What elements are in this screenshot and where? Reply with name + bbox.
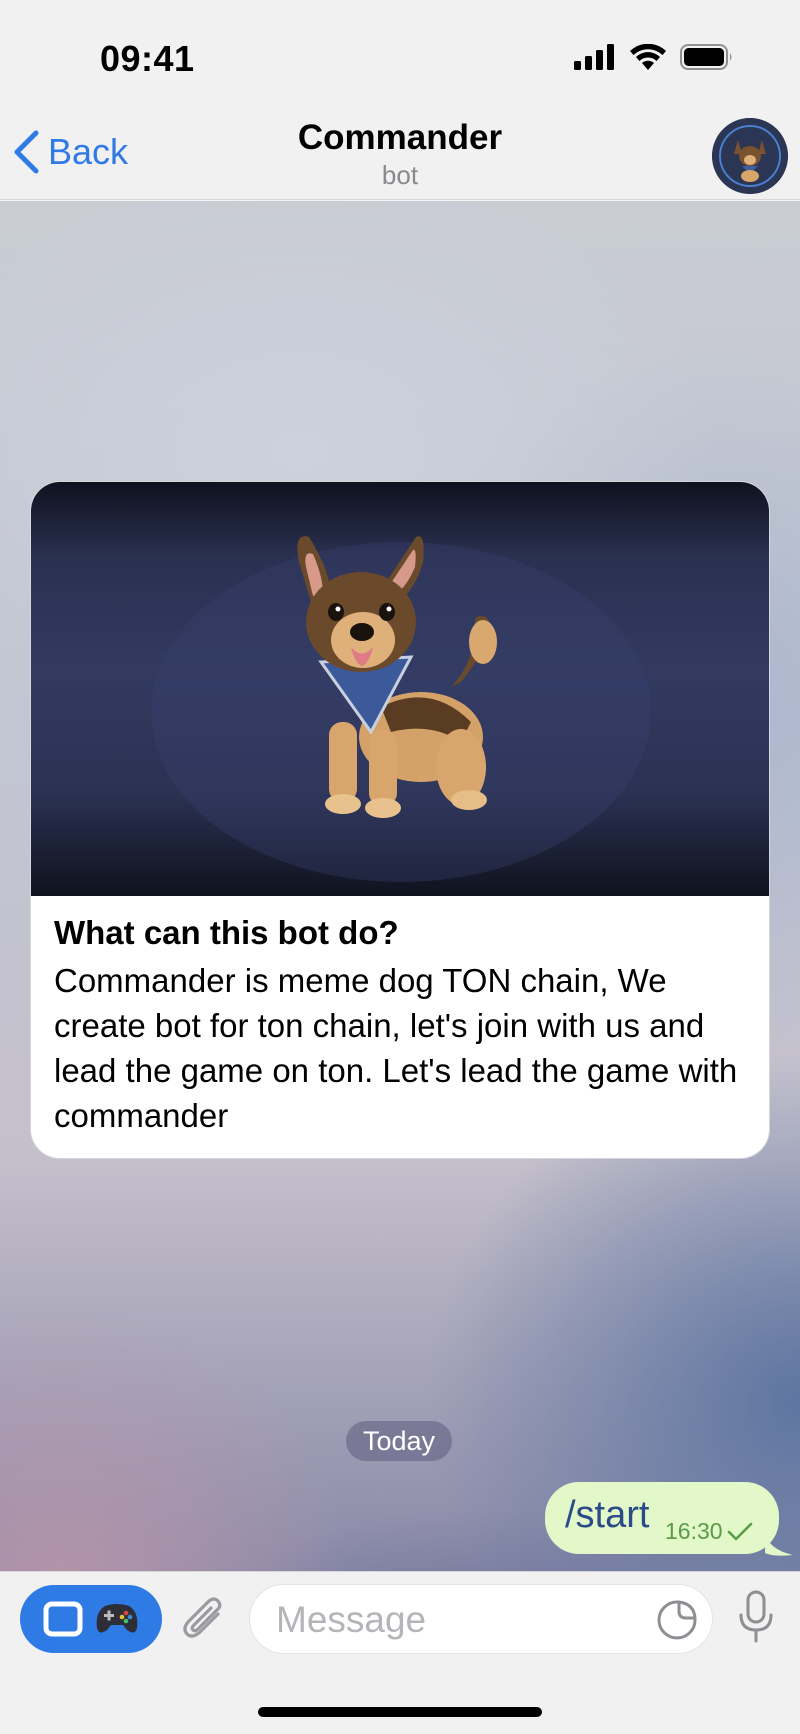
bot-app-button[interactable] [20, 1585, 162, 1653]
bot-card-text: What can this bot do? Commander is meme … [54, 912, 747, 1138]
attach-button[interactable] [180, 1594, 230, 1644]
dog-avatar-icon [712, 118, 788, 194]
avatar[interactable] [712, 118, 788, 194]
message-input[interactable] [276, 1597, 636, 1643]
status-time: 09:41 [100, 38, 195, 79]
dog-illustration [151, 536, 651, 882]
bot-card-image [31, 482, 769, 896]
bubble-tail [765, 1531, 793, 1556]
bot-card-description: Commander is meme dog TON chain, We crea… [54, 962, 738, 1134]
check-icon [727, 1522, 752, 1540]
battery-icon [680, 44, 732, 70]
chat-title[interactable]: Commander [0, 118, 800, 158]
signal-icon [574, 44, 614, 70]
gamepad-icon [96, 1604, 138, 1633]
sticker-button[interactable] [656, 1599, 698, 1641]
chat-area[interactable]: What can this bot do? Commander is meme … [0, 201, 800, 1571]
message-meta: 16:30 [665, 1518, 753, 1545]
nav-bar: Back Commander bot [0, 100, 800, 200]
chat-subtitle: bot [381, 160, 419, 190]
outgoing-message[interactable]: /start 16:30 [545, 1482, 779, 1554]
window-icon [43, 1601, 83, 1637]
bot-info-card: What can this bot do? Commander is meme … [30, 481, 770, 1159]
microphone-button[interactable] [736, 1589, 776, 1645]
message-field[interactable] [249, 1584, 713, 1654]
message-time: 16:30 [665, 1518, 723, 1544]
microphone-icon [739, 1590, 773, 1643]
wifi-icon [630, 44, 666, 70]
date-separator: Today [346, 1421, 452, 1461]
home-indicator[interactable] [258, 1707, 542, 1717]
bot-card-title: What can this bot do? [54, 914, 399, 951]
message-text: /start [565, 1494, 650, 1536]
status-icons [574, 44, 734, 70]
paperclip-icon [183, 1597, 222, 1638]
status-bar: 09:41 [0, 0, 800, 100]
sticker-icon [657, 1600, 697, 1640]
